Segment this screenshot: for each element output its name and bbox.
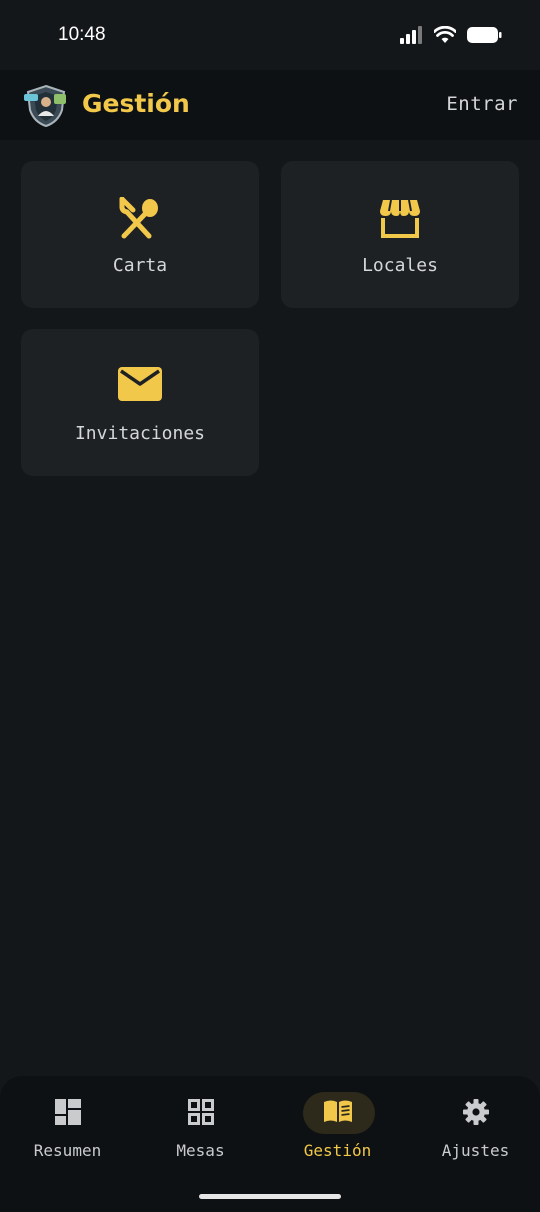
mail-icon — [118, 367, 162, 401]
nav-label: Gestión — [303, 1141, 372, 1160]
tile-label: Invitaciones — [74, 423, 206, 444]
home-indicator — [199, 1194, 341, 1199]
nav-label: Resumen — [33, 1141, 102, 1160]
nav-item-gestion[interactable]: Gestión — [270, 1090, 405, 1170]
nav-label: Mesas — [176, 1141, 225, 1160]
nav-item-ajustes[interactable]: Ajustes — [408, 1090, 540, 1170]
tile-label: Carta — [112, 255, 168, 276]
fork-spoon-icon — [119, 197, 158, 239]
nav-label: Ajustes — [441, 1141, 510, 1160]
status-bar: 10:48 — [0, 0, 540, 70]
app-logo — [24, 84, 66, 128]
tile-carta[interactable]: Carta — [21, 161, 259, 308]
wifi-icon — [434, 26, 456, 43]
status-icons — [400, 26, 502, 44]
tile-invitaciones[interactable]: Invitaciones — [21, 329, 259, 476]
grid-icon — [187, 1099, 214, 1125]
page-title: Gestión — [82, 89, 190, 118]
tile-locales[interactable]: Locales — [281, 161, 519, 308]
app-bar: Gestión Entrar — [0, 70, 540, 140]
gear-icon — [462, 1099, 489, 1125]
nav-item-mesas[interactable]: Mesas — [133, 1090, 268, 1170]
status-time: 10:48 — [58, 24, 106, 45]
book-icon — [323, 1100, 352, 1122]
login-button[interactable]: Entrar — [446, 93, 518, 115]
store-icon — [380, 199, 420, 238]
tile-label: Locales — [362, 255, 438, 276]
dashboard-icon — [54, 1099, 81, 1125]
battery-icon — [467, 27, 502, 43]
nav-item-resumen[interactable]: Resumen — [0, 1090, 135, 1170]
bottom-nav: Resumen Mesas Gestión Ajustes — [0, 1076, 540, 1212]
signal-icon — [400, 26, 422, 44]
